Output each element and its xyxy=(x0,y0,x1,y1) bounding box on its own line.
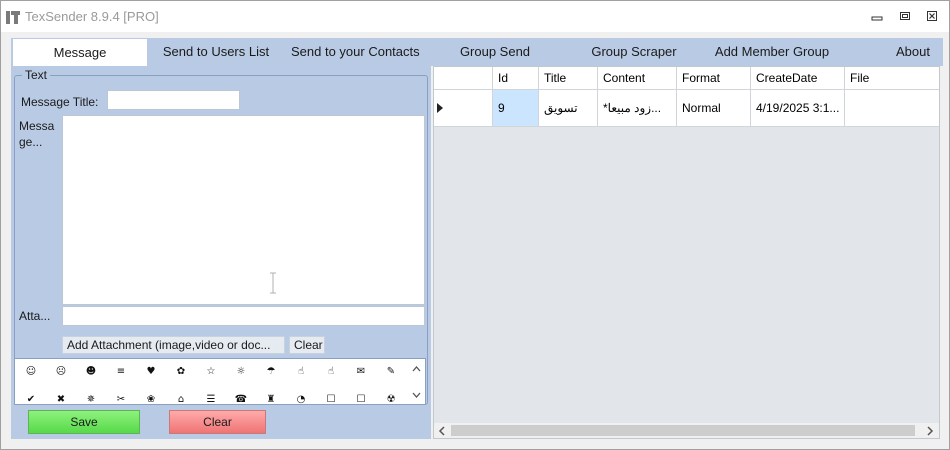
column-header-file[interactable]: File xyxy=(845,67,939,90)
emoji-button[interactable]: ☢ xyxy=(383,392,399,404)
emoji-button[interactable]: ☂ xyxy=(263,364,279,380)
table-row[interactable]: 9 تسويق *زود مبيعا... Normal 4/19/2025 3… xyxy=(434,90,939,127)
emoji-button[interactable]: ⌂ xyxy=(173,392,189,404)
emoji-button[interactable]: ❀ xyxy=(143,392,159,404)
add-attachment-button[interactable]: Add Attachment (image,video or doc... xyxy=(62,336,285,354)
emoji-button[interactable]: ☐ xyxy=(323,392,339,404)
title-bar: TexSender 8.9.4 [PRO] xyxy=(1,1,949,32)
chevron-right-icon xyxy=(927,425,934,436)
cell-id[interactable]: 9 xyxy=(493,90,539,126)
minimize-button[interactable] xyxy=(865,5,889,27)
grid-header-row: Id Title Content Format CreateDate File xyxy=(434,67,939,90)
scroll-left-button[interactable] xyxy=(434,423,450,438)
emoji-button[interactable]: ☆ xyxy=(203,364,219,380)
emoji-button[interactable]: ☝ xyxy=(293,364,309,380)
save-button[interactable]: Save xyxy=(28,410,140,434)
restore-button[interactable] xyxy=(893,5,917,27)
window-title: TexSender 8.9.4 [PRO] xyxy=(25,9,159,24)
emoji-button[interactable]: ✉ xyxy=(353,364,369,380)
close-button[interactable] xyxy=(920,5,944,27)
column-header-id[interactable]: Id xyxy=(493,67,539,90)
cell-title[interactable]: تسويق xyxy=(539,90,598,126)
emoji-button[interactable]: ☝ xyxy=(323,364,339,380)
chevron-up-icon xyxy=(412,366,421,372)
clear-button[interactable]: Clear xyxy=(169,410,266,434)
emoji-button[interactable]: ✖ xyxy=(53,392,69,404)
emoji-button[interactable]: ☼ xyxy=(233,364,249,380)
cell-createdate[interactable]: 4/19/2025 3:1... xyxy=(751,90,845,126)
scrollbar-thumb[interactable] xyxy=(451,425,915,436)
row-header[interactable] xyxy=(434,90,493,126)
grid-corner-header xyxy=(434,67,493,90)
emoji-button[interactable]: ☻ xyxy=(83,364,99,380)
chevron-down-icon xyxy=(412,392,421,398)
emoji-button[interactable]: ☹ xyxy=(53,364,69,380)
attachment-input[interactable] xyxy=(62,306,425,326)
message-title-label: Message Title: xyxy=(21,95,99,109)
tab-about[interactable]: About xyxy=(891,38,935,66)
tab-send-to-users-list[interactable]: Send to Users List xyxy=(161,38,271,66)
emoji-button[interactable]: ☐ xyxy=(353,392,369,404)
minimize-icon xyxy=(871,16,883,21)
tab-group-scraper[interactable]: Group Scraper xyxy=(589,38,679,66)
cell-format[interactable]: Normal xyxy=(677,90,751,126)
emoji-button[interactable]: ☰ xyxy=(203,392,219,404)
emoji-button[interactable]: ✵ xyxy=(83,392,99,404)
emoji-button[interactable]: ◔ xyxy=(293,392,309,404)
emoji-button[interactable]: ✂ xyxy=(113,392,129,404)
tab-group-send[interactable]: Group Send xyxy=(457,38,533,66)
main-tabbar: Message Send to Users List Send to your … xyxy=(11,38,943,67)
tab-add-member-group[interactable]: Add Member Group xyxy=(712,38,832,66)
text-group-label: Text xyxy=(22,68,51,82)
cell-content[interactable]: *زود مبيعا... xyxy=(598,90,677,126)
scroll-right-button[interactable] xyxy=(922,423,938,438)
emoji-button[interactable]: ≡ xyxy=(113,364,129,380)
restore-icon xyxy=(900,12,910,20)
emoji-button[interactable]: ☺ xyxy=(23,364,39,380)
message-label: Message... xyxy=(19,119,55,149)
current-row-arrow-icon xyxy=(437,103,443,113)
tab-send-to-your-contacts[interactable]: Send to your Contacts xyxy=(291,38,420,66)
chevron-left-icon xyxy=(438,425,445,436)
clear-attachment-button[interactable]: Clear xyxy=(289,336,325,354)
app-window: TexSender 8.9.4 [PRO] Message Send to Us… xyxy=(0,0,950,450)
column-header-createdate[interactable]: CreateDate xyxy=(751,67,845,90)
emoji-button[interactable]: ✎ xyxy=(383,364,399,380)
text-cursor-icon xyxy=(270,272,276,294)
column-header-format[interactable]: Format xyxy=(677,67,751,90)
message-panel: Text Message Title: Message... Atta... A… xyxy=(11,66,431,439)
emoji-button[interactable]: ☎ xyxy=(233,392,249,404)
message-textarea[interactable] xyxy=(62,115,425,305)
grid-horizontal-scrollbar[interactable] xyxy=(434,423,939,438)
cell-file[interactable] xyxy=(845,90,939,126)
column-header-title[interactable]: Title xyxy=(539,67,598,90)
emoji-scrollbar[interactable] xyxy=(408,359,425,404)
messages-grid: Id Title Content Format CreateDate File … xyxy=(433,66,940,439)
column-header-content[interactable]: Content xyxy=(598,67,677,90)
emoji-button[interactable]: ✔ xyxy=(23,392,39,404)
message-title-input[interactable] xyxy=(107,90,240,110)
close-icon xyxy=(927,11,937,21)
emoji-picker: ☺ ☹ ☻ ≡ ♥ ✿ ☆ ☼ ☂ ☝ ☝ ✉ ✎ ✔ ✖ ✵ ✂ ❀ ⌂ ☰ … xyxy=(14,358,426,405)
emoji-button[interactable]: ✿ xyxy=(173,364,189,380)
emoji-button[interactable]: ♥ xyxy=(143,364,159,380)
app-icon xyxy=(6,11,20,24)
emoji-button[interactable]: ♜ xyxy=(263,392,279,404)
attachment-label: Atta... xyxy=(19,309,51,323)
tab-message[interactable]: Message xyxy=(13,38,147,67)
